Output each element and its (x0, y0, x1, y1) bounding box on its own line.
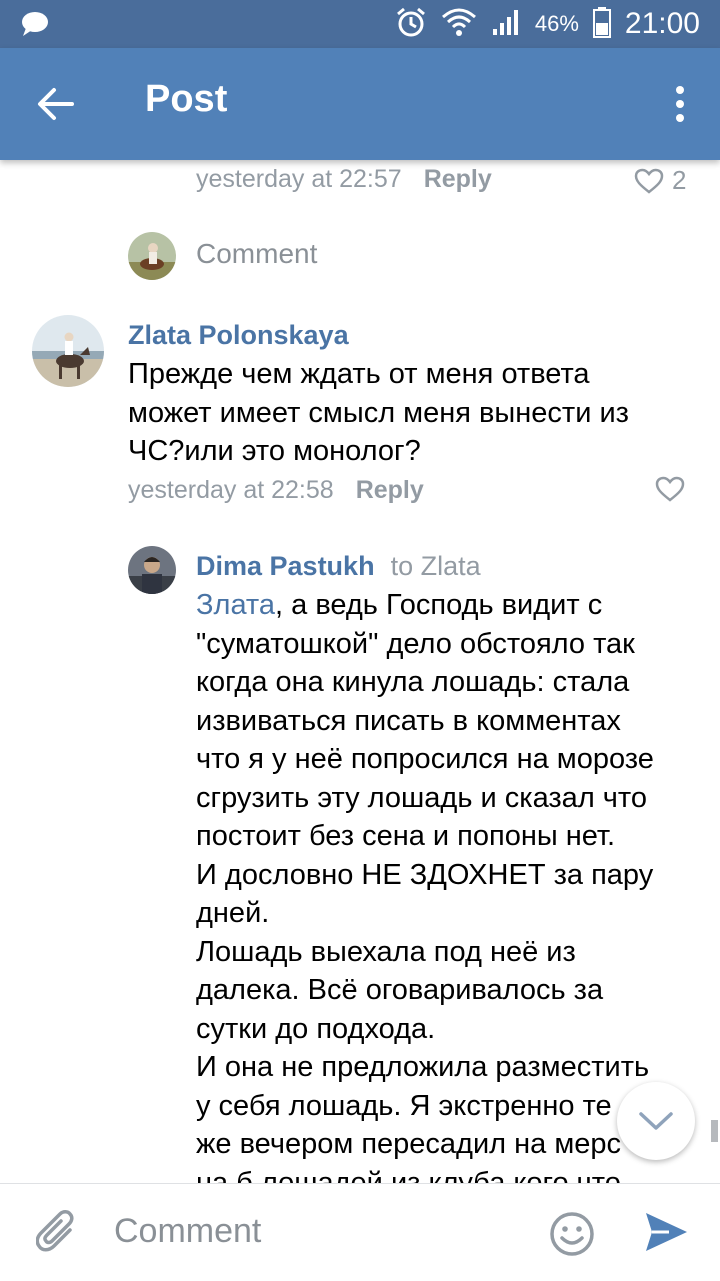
like-button[interactable] (655, 476, 685, 502)
comment-text: Злата, а ведь Господь видит с "суматошко… (196, 586, 654, 1183)
comment-line: может имеет смысл меня вынести из (128, 396, 629, 429)
reply-to-label: to Zlata (390, 551, 481, 581)
comment-line: на б лошадей из клуба кого что (196, 1166, 621, 1184)
reply-comment-field[interactable]: Comment (196, 238, 317, 270)
prev-comment-meta: yesterday at 22:57 Reply (196, 165, 492, 194)
battery-percent: 46% (534, 11, 579, 36)
author-name[interactable]: Dima Pastukh (196, 551, 375, 581)
send-icon[interactable] (643, 1210, 689, 1259)
comment-meta: yesterday at 22:58 Reply (128, 476, 424, 505)
current-user-avatar (128, 232, 176, 280)
wifi-icon (441, 7, 477, 42)
avatar (32, 315, 104, 387)
comment-composer: Comment (0, 1183, 720, 1281)
comment-author: Dima Pastukh to Zlata (196, 551, 481, 582)
comment-line: постоит без сена и попоны нет. (196, 820, 616, 852)
back-arrow-icon[interactable] (32, 80, 80, 128)
timestamp: yesterday at 22:57 (196, 165, 402, 193)
avatar (128, 546, 176, 594)
comment-line-rest: , а ведь Господь видит с (275, 589, 603, 621)
paperclip-icon[interactable] (35, 1208, 80, 1261)
scroll-down-button[interactable] (617, 1082, 695, 1160)
more-options-icon[interactable] (670, 84, 690, 128)
comment-line: Прежде чем ждать от меня ответа (128, 358, 590, 390)
chat-notification-icon (20, 10, 50, 43)
reply-button[interactable]: Reply (356, 476, 424, 504)
page-title: Post (145, 78, 228, 120)
comment-line: у себя лошадь. Я экстренно те (196, 1089, 612, 1122)
comment-text: Прежде чем ждать от меня ответа может им… (128, 355, 629, 471)
comment-line: что я у неё попросился на морозе (196, 743, 654, 775)
like-button[interactable]: 2 (634, 165, 686, 196)
comment-input[interactable]: Comment (114, 1212, 261, 1251)
chevron-down-icon (639, 1112, 673, 1130)
reply-button[interactable]: Reply (424, 165, 492, 193)
comment-line: сутки до подхода. (196, 1012, 436, 1045)
comment-line: И она не предложила разместить (196, 1051, 650, 1083)
comment-line: дней. (196, 897, 270, 929)
comment-line: далека. Всё оговаривалось за (196, 974, 604, 1006)
comment-line: сгрузить эту лошадь и сказал что (196, 781, 647, 814)
heart-icon (655, 476, 685, 502)
comment-line: извиваться писать в комментах (196, 704, 621, 737)
comment-line: когда она кинула лошадь: стала (196, 666, 630, 698)
comment-line: "суматошкой" дело обстояло так (196, 627, 635, 660)
mention-link[interactable]: Злата (196, 589, 275, 621)
comment-line: ЧС?или это монолог? (128, 435, 421, 467)
signal-icon (491, 7, 521, 42)
comment-author[interactable]: Zlata Polonskaya (128, 320, 349, 351)
timestamp: yesterday at 22:58 (128, 476, 334, 504)
status-bar: 46% 21:00 (0, 0, 720, 48)
like-count: 2 (672, 165, 687, 195)
scrollbar[interactable] (711, 1120, 718, 1142)
comment-line: Лошадь выехала под неё из (196, 935, 576, 968)
comment-line: И дословно НЕ ЗДОХНЕТ за пару (196, 858, 654, 891)
comment-line: же вечером пересадил на мерс (196, 1128, 622, 1160)
battery-icon (592, 6, 611, 43)
app-toolbar: Post (0, 48, 720, 160)
emoji-icon[interactable] (549, 1211, 595, 1262)
comment-line: Злата, а ведь Господь видит с (196, 586, 654, 625)
heart-icon (634, 168, 664, 194)
clock: 21:00 (624, 7, 700, 40)
comments-thread: yesterday at 22:57 Reply 2 Comment Zlata … (0, 160, 720, 1183)
alarm-icon (395, 6, 427, 43)
